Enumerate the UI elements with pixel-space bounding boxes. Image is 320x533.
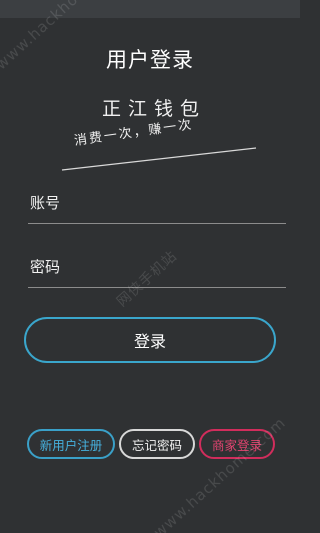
page-title: 用户登录 (106, 48, 194, 72)
app-logo: 正江钱包 消费一次，赚一次 (60, 92, 260, 172)
forgot-password-button[interactable]: 忘记密码 (119, 429, 195, 459)
account-field[interactable]: 账号 (28, 184, 286, 224)
login-button[interactable]: 登录 (24, 317, 276, 363)
logo-underline-stroke (61, 147, 257, 171)
register-button[interactable]: 新用户注册 (27, 429, 115, 459)
password-label: 密码 (30, 258, 61, 276)
account-label: 账号 (30, 194, 61, 212)
password-underline (28, 287, 286, 288)
login-screen: 用户登录 正江钱包 消费一次，赚一次 账号 密码 登录 新用户注册 忘记密码 商… (0, 0, 300, 533)
account-underline (28, 223, 286, 224)
